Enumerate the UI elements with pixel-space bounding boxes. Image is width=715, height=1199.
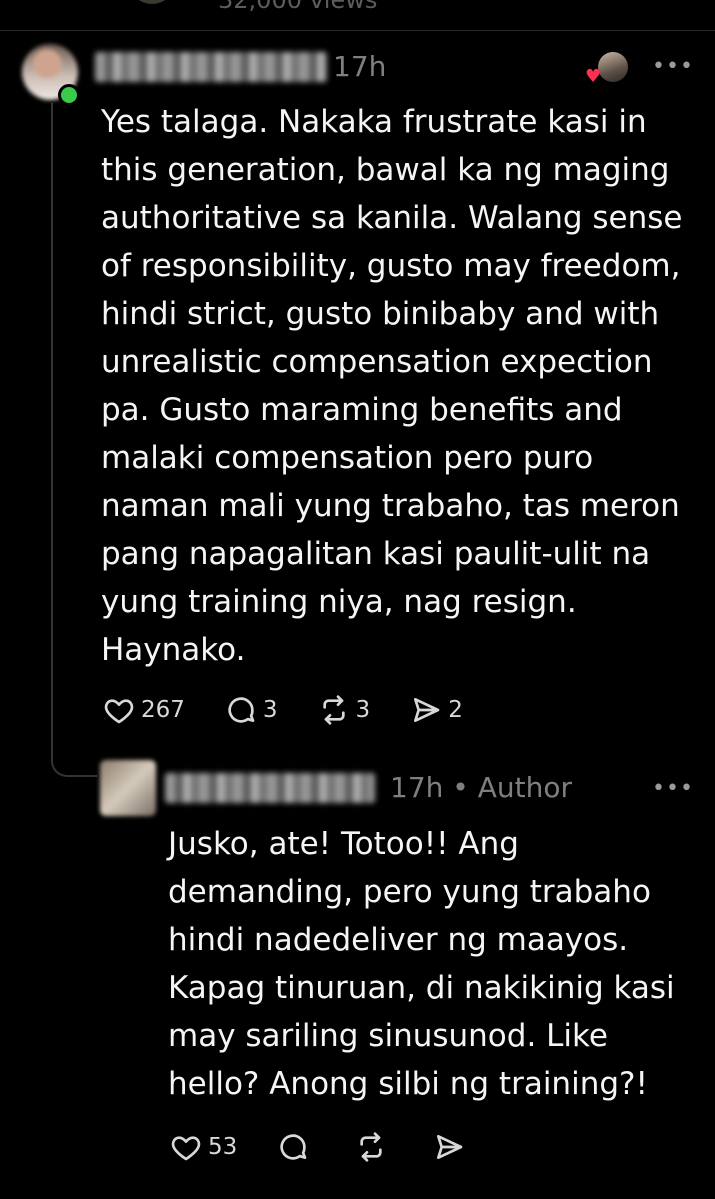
liked-heart-icon: ♥: [585, 66, 602, 87]
previous-post-footer: 32,000 views: [0, 0, 715, 31]
heart-icon: [104, 699, 134, 724]
repost-button[interactable]: [355, 1131, 393, 1163]
comment-bubble-icon: [228, 697, 255, 723]
reply-actions: 53: [170, 1131, 511, 1163]
share-button[interactable]: 2: [410, 694, 463, 726]
repost-button[interactable]: 3: [318, 694, 371, 726]
like-count: 53: [208, 1134, 238, 1160]
share-button[interactable]: [433, 1131, 471, 1163]
share-count: 2: [448, 697, 463, 723]
views-count: 32,000 views: [218, 0, 378, 14]
repost-icon: [360, 1132, 382, 1162]
send-icon: [414, 698, 440, 722]
repost-icon: [322, 695, 345, 725]
reply-timestamp-author: 17h • Author: [390, 771, 572, 804]
author-avatar[interactable]: [100, 760, 156, 816]
more-options-icon[interactable]: •••: [652, 56, 693, 78]
reply-text: Jusko, ate! Totoo!! Ang demanding, pero …: [168, 826, 675, 1102]
comment-bubble-icon: [280, 1134, 307, 1160]
avatar: [128, 0, 176, 4]
thread-connector: [51, 745, 97, 777]
like-button[interactable]: 267: [103, 694, 185, 726]
author-username-blurred[interactable]: [165, 773, 375, 803]
thread-line: [51, 103, 53, 753]
repost-count: 3: [355, 697, 371, 723]
comment-timestamp: 17h: [333, 50, 387, 83]
online-status-badge: [58, 84, 80, 106]
send-icon: [437, 1135, 463, 1159]
like-count: 267: [141, 697, 185, 723]
reply-count: 3: [262, 697, 278, 723]
like-button[interactable]: 53: [170, 1131, 237, 1163]
reply-button[interactable]: [277, 1131, 315, 1163]
more-options-icon[interactable]: •••: [652, 778, 693, 800]
reply-button[interactable]: 3: [225, 694, 278, 726]
commenter-username-blurred[interactable]: [95, 52, 327, 82]
comment-text: Yes talaga. Nakaka frustrate kasi in thi…: [101, 104, 683, 668]
comment-actions: 267 3 3 2: [103, 694, 503, 726]
heart-icon: [171, 1136, 201, 1161]
